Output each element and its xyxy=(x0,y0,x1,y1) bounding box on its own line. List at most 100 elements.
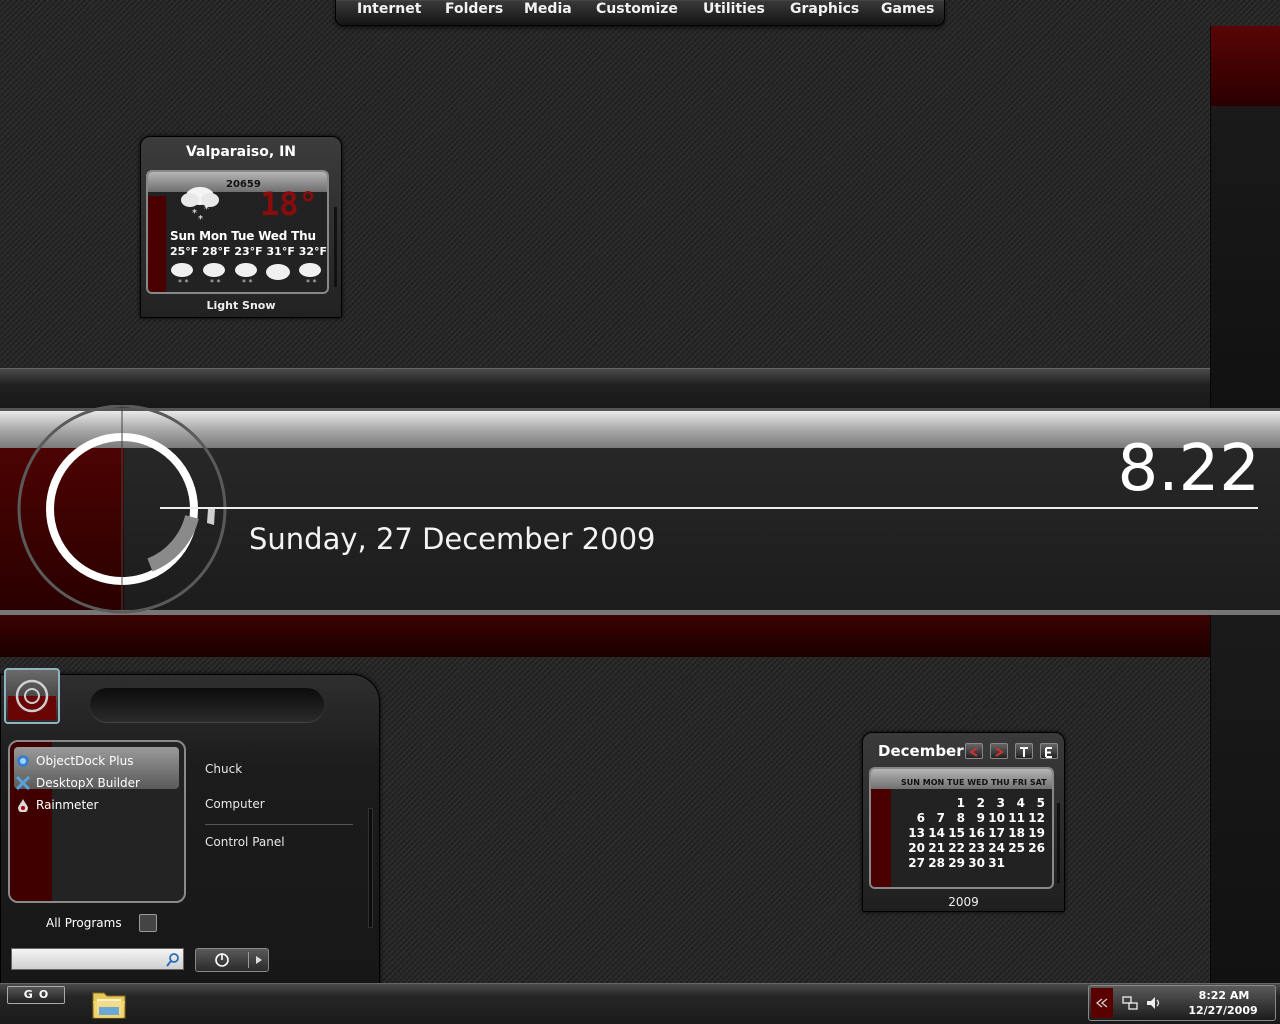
calendar-prev-button[interactable] xyxy=(965,743,983,759)
all-programs-label[interactable]: All Programs xyxy=(46,916,122,930)
right-side-red-block xyxy=(1211,26,1280,106)
calendar-day[interactable]: 23 xyxy=(965,841,985,855)
link-divider xyxy=(205,824,353,825)
desktopx-icon xyxy=(16,776,30,790)
calendar-day[interactable]: 29 xyxy=(945,856,965,870)
menu-item-internet[interactable]: Internet xyxy=(357,1,421,21)
calendar-day[interactable]: 13 xyxy=(905,826,925,840)
link-control-panel[interactable]: Control Panel xyxy=(205,835,285,849)
calendar-day[interactable]: 15 xyxy=(945,826,965,840)
prev-icon xyxy=(969,747,978,757)
calendar-day[interactable]: 18 xyxy=(1005,826,1025,840)
calendar-redbar xyxy=(871,789,891,887)
rainmeter-icon xyxy=(18,799,28,812)
calendar-day[interactable]: 31 xyxy=(985,856,1005,870)
svg-text:* *: * * xyxy=(242,278,253,287)
calendar-day[interactable]: 22 xyxy=(945,841,965,855)
weekday-label: SUN xyxy=(901,778,920,787)
menu-item-folders[interactable]: Folders xyxy=(445,1,503,21)
search-icon[interactable] xyxy=(165,952,181,968)
weekday-label: FRI xyxy=(1012,778,1028,787)
shutdown-separator xyxy=(248,952,249,968)
go-button[interactable]: GO xyxy=(7,986,65,1004)
calendar-day[interactable]: 6 xyxy=(905,811,925,825)
link-chuck[interactable]: Chuck xyxy=(205,762,242,776)
weather-widget[interactable]: Valparaiso, IN 20659 * * * 18° Sun Mon T… xyxy=(140,136,342,318)
forecast-day: Sun xyxy=(170,229,196,243)
weather-location: Valparaiso, IN xyxy=(185,144,296,160)
folder-icon[interactable] xyxy=(91,987,127,1021)
calendar-day[interactable]: 2 xyxy=(965,796,985,810)
volume-icon[interactable] xyxy=(1145,994,1163,1012)
calendar-day[interactable]: 7 xyxy=(925,811,945,825)
svg-text:*: * xyxy=(204,204,209,215)
calendar-day[interactable]: 3 xyxy=(985,796,1005,810)
target-icon xyxy=(8,679,56,720)
svg-text:*: * xyxy=(198,214,203,224)
calendar-day[interactable]: 28 xyxy=(925,856,945,870)
collapse-arrows-icon[interactable] xyxy=(1095,998,1109,1008)
calendar-day[interactable]: 10 xyxy=(985,811,1005,825)
menu-item-media[interactable]: Media xyxy=(524,1,572,21)
menu-item-games[interactable]: Games xyxy=(881,1,934,21)
forecast-day: Tue xyxy=(231,229,255,243)
calendar-day[interactable]: 8 xyxy=(945,811,965,825)
program-label: DesktopX Builder xyxy=(36,776,140,790)
program-rainmeter[interactable]: Rainmeter xyxy=(16,796,176,816)
calendar-day[interactable]: 1 xyxy=(945,796,965,810)
forecast-day: Thu xyxy=(291,229,316,243)
shutdown-button[interactable] xyxy=(195,948,269,972)
forecast-temp: 28°F xyxy=(202,245,231,258)
lower-red-strip xyxy=(0,615,1210,657)
weekday-label: THU xyxy=(990,778,1010,787)
calendar-day[interactable]: 20 xyxy=(905,841,925,855)
calendar-day[interactable]: 14 xyxy=(925,826,945,840)
start-orb-button[interactable] xyxy=(4,668,60,724)
weather-code: 20659 xyxy=(226,179,261,190)
network-icon[interactable] xyxy=(1121,994,1139,1012)
link-computer[interactable]: Computer xyxy=(205,797,265,811)
calendar-edit-button[interactable] xyxy=(1040,743,1058,759)
calendar-week: 12345 xyxy=(905,796,1045,811)
menu-item-customize[interactable]: Customize xyxy=(596,1,678,21)
menu-item-graphics[interactable]: Graphics xyxy=(790,1,859,21)
forecast-temp: 23°F xyxy=(234,245,263,258)
calendar-day[interactable]: 12 xyxy=(1025,811,1045,825)
calendar-next-button[interactable] xyxy=(990,743,1008,759)
arrow-right-icon[interactable] xyxy=(254,955,264,965)
calendar-day[interactable]: 26 xyxy=(1025,841,1045,855)
calendar-day-today[interactable]: 27 xyxy=(905,856,925,870)
all-programs-button[interactable] xyxy=(139,914,157,932)
clock-dial-icon xyxy=(17,405,227,614)
calendar-day[interactable]: 16 xyxy=(965,826,985,840)
calendar-side-knob xyxy=(1057,803,1060,883)
calendar-year: 2009 xyxy=(948,895,979,909)
forecast-snow-icons: * * * * * * * * xyxy=(171,263,321,287)
calendar-day[interactable]: 17 xyxy=(985,826,1005,840)
user-name-pill xyxy=(90,688,324,722)
calendar-day[interactable]: 5 xyxy=(1025,796,1045,810)
program-objectdock-plus[interactable]: ObjectDock Plus xyxy=(16,752,176,772)
calendar-day[interactable]: 25 xyxy=(1005,841,1025,855)
calendar-today-button[interactable] xyxy=(1015,743,1033,759)
calendar-day[interactable]: 19 xyxy=(1025,826,1045,840)
program-desktopx-builder[interactable]: DesktopX Builder xyxy=(16,774,176,794)
calendar-day[interactable]: 4 xyxy=(1005,796,1025,810)
calendar-day[interactable]: 24 xyxy=(985,841,1005,855)
calendar-month: December xyxy=(878,742,964,760)
forecast-days: Sun Mon Tue Wed Thu xyxy=(170,229,316,243)
forecast-day: Mon xyxy=(199,229,228,243)
tray-date[interactable]: 12/27/2009 xyxy=(1179,1004,1267,1017)
calendar-day[interactable]: 30 xyxy=(965,856,985,870)
svg-text:* *: * * xyxy=(306,278,317,287)
start-search-box xyxy=(11,948,184,970)
start-search-input[interactable] xyxy=(14,951,160,967)
calendar-day[interactable]: 21 xyxy=(925,841,945,855)
calendar-day[interactable]: 9 xyxy=(965,811,985,825)
calendar-widget[interactable]: December SUN MON TUE WED THU FRI SAT 123… xyxy=(862,732,1065,912)
menu-item-utilities[interactable]: Utilities xyxy=(703,1,765,21)
calendar-day[interactable]: 11 xyxy=(1005,811,1025,825)
tray-time[interactable]: 8:22 AM xyxy=(1183,989,1265,1002)
system-tray: 8:22 AM 12/27/2009 xyxy=(1088,985,1276,1021)
links-scrollbar[interactable] xyxy=(368,808,373,928)
